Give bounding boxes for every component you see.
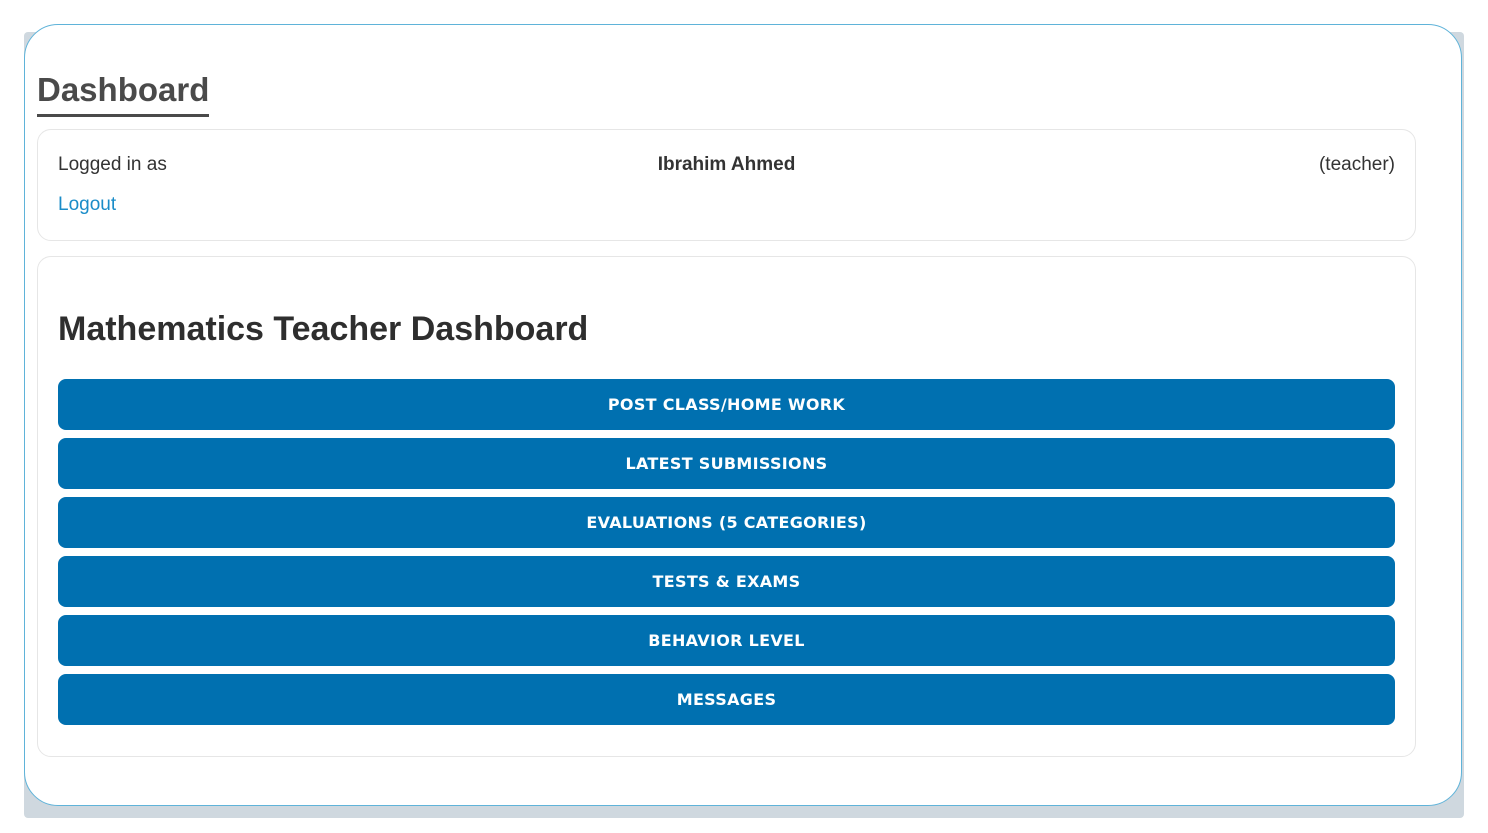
logout-link[interactable]: Logout xyxy=(58,194,116,216)
teacher-dashboard-card: Mathematics Teacher Dashboard Post Class… xyxy=(37,256,1416,757)
menu-item: Tests & Exams xyxy=(58,556,1395,607)
menu-item: Behavior Level xyxy=(58,615,1395,666)
menu-item: Messages xyxy=(58,674,1395,725)
dashboard-menu: Post Class/Home Work Latest Submissions … xyxy=(58,379,1395,733)
menu-item: Latest Submissions xyxy=(58,438,1395,489)
page-title: Dashboard xyxy=(37,70,210,117)
messages-button[interactable]: Messages xyxy=(58,674,1395,725)
post-class-home-work-button[interactable]: Post Class/Home Work xyxy=(58,379,1395,430)
login-row: Logged in as Ibrahim Ahmed (teacher) xyxy=(58,154,1395,178)
evaluations-button[interactable]: Evaluations (5 categories) xyxy=(58,497,1395,548)
latest-submissions-button[interactable]: Latest Submissions xyxy=(58,438,1395,489)
tests-exams-button[interactable]: Tests & Exams xyxy=(58,556,1395,607)
behavior-level-button[interactable]: Behavior Level xyxy=(58,615,1395,666)
section-title: Mathematics Teacher Dashboard xyxy=(58,310,589,348)
menu-item: Post Class/Home Work xyxy=(58,379,1395,430)
user-info-card: Logged in as Ibrahim Ahmed (teacher) Log… xyxy=(37,129,1416,241)
menu-item: Evaluations (5 categories) xyxy=(58,497,1395,548)
user-name: Ibrahim Ahmed xyxy=(657,154,796,175)
user-role: (teacher) xyxy=(1318,154,1395,175)
